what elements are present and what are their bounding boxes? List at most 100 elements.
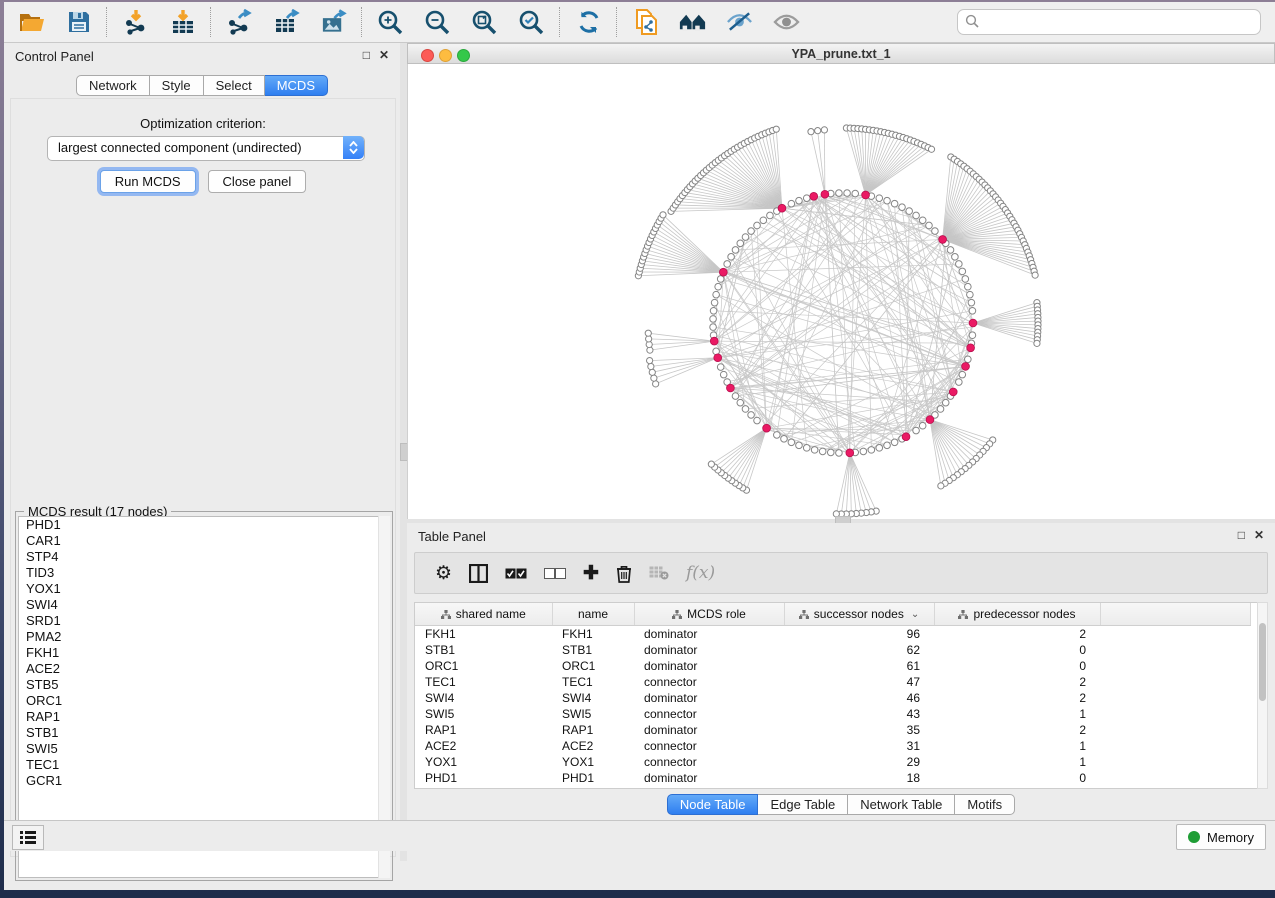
network-node[interactable]: [811, 447, 818, 454]
export-network-icon[interactable]: [226, 9, 253, 36]
mcds-hub-node[interactable]: [962, 362, 970, 370]
vertical-splitter[interactable]: [400, 43, 407, 861]
network-node[interactable]: [836, 190, 843, 197]
leaf-node[interactable]: [647, 357, 653, 363]
mcds-result-item[interactable]: CAR1: [19, 533, 389, 549]
cell-mcds-role[interactable]: dominator: [634, 690, 784, 706]
node-table[interactable]: shared name name MCDS role successor nod…: [415, 603, 1251, 786]
cell-mcds-role[interactable]: connector: [634, 706, 784, 722]
mcds-result-item[interactable]: SRD1: [19, 613, 389, 629]
mcds-result-item[interactable]: ORC1: [19, 693, 389, 709]
memory-button[interactable]: Memory: [1176, 824, 1266, 850]
mcds-result-item[interactable]: TEC1: [19, 757, 389, 773]
cell-name[interactable]: STB1: [552, 642, 634, 658]
cell-predecessor-nodes[interactable]: 0: [934, 770, 1100, 786]
cell-successor-nodes[interactable]: 47: [784, 674, 934, 690]
cell-successor-nodes[interactable]: 96: [784, 626, 934, 643]
cell-successor-nodes[interactable]: 18: [784, 770, 934, 786]
sort-descending-icon[interactable]: ⌄: [911, 609, 919, 620]
network-node[interactable]: [717, 364, 724, 371]
delete-column-icon[interactable]: [616, 564, 632, 583]
mcds-result-item[interactable]: GCR1: [19, 773, 389, 789]
network-node[interactable]: [774, 432, 781, 439]
close-table-panel-icon[interactable]: ✕: [1254, 528, 1264, 542]
network-node[interactable]: [844, 190, 851, 197]
cell-mcds-role[interactable]: dominator: [634, 722, 784, 738]
cell-successor-nodes[interactable]: 43: [784, 706, 934, 722]
open-file-icon[interactable]: [18, 9, 45, 36]
network-node[interactable]: [884, 197, 891, 204]
show-all-icon[interactable]: [773, 9, 800, 36]
zoom-fit-icon[interactable]: [471, 9, 498, 36]
network-node[interactable]: [906, 208, 913, 215]
network-node[interactable]: [891, 439, 898, 446]
network-node[interactable]: [959, 371, 966, 378]
cell-predecessor-nodes[interactable]: 0: [934, 642, 1100, 658]
import-network-icon[interactable]: [122, 9, 149, 36]
table-row[interactable]: ACE2ACE2connector311: [415, 738, 1250, 754]
first-neighbors-icon[interactable]: [679, 9, 706, 36]
network-node[interactable]: [788, 200, 795, 207]
network-node[interactable]: [913, 427, 920, 434]
network-node[interactable]: [956, 261, 963, 268]
float-panel-icon[interactable]: □: [363, 48, 370, 62]
leaf-node[interactable]: [648, 363, 654, 369]
network-node[interactable]: [788, 439, 795, 446]
mcds-result-item[interactable]: ACE2: [19, 661, 389, 677]
search-input[interactable]: [957, 9, 1261, 35]
network-node[interactable]: [876, 195, 883, 202]
network-node[interactable]: [796, 197, 803, 204]
tab-edge-table[interactable]: Edge Table: [758, 794, 848, 815]
mcds-hub-node[interactable]: [810, 192, 818, 200]
tab-network[interactable]: Network: [76, 75, 150, 96]
network-node[interactable]: [959, 268, 966, 275]
cell-predecessor-nodes[interactable]: 1: [934, 706, 1100, 722]
network-node[interactable]: [748, 228, 755, 235]
cell-mcds-role[interactable]: connector: [634, 754, 784, 770]
network-node[interactable]: [717, 276, 724, 283]
network-node[interactable]: [962, 276, 969, 283]
mcds-hub-node[interactable]: [778, 204, 786, 212]
leaf-node[interactable]: [645, 330, 651, 336]
network-node[interactable]: [742, 234, 749, 241]
import-table-icon[interactable]: [169, 9, 196, 36]
network-node[interactable]: [827, 449, 834, 456]
cell-name[interactable]: SWI4: [552, 690, 634, 706]
table-row[interactable]: YOX1YOX1connector291: [415, 754, 1250, 770]
tab-mcds[interactable]: MCDS: [265, 75, 328, 96]
leaf-node[interactable]: [821, 127, 827, 133]
cell-predecessor-nodes[interactable]: 2: [934, 626, 1100, 643]
cell-successor-nodes[interactable]: 31: [784, 738, 934, 754]
zoom-selected-icon[interactable]: [518, 9, 545, 36]
leaf-node[interactable]: [708, 461, 714, 467]
float-table-panel-icon[interactable]: □: [1238, 528, 1245, 542]
cell-name[interactable]: YOX1: [552, 754, 634, 770]
optimization-criterion-select[interactable]: largest connected component (undirected): [47, 136, 365, 161]
cell-predecessor-nodes[interactable]: 1: [934, 754, 1100, 770]
network-node[interactable]: [967, 291, 974, 298]
cell-predecessor-nodes[interactable]: 2: [934, 722, 1100, 738]
leaf-node[interactable]: [938, 483, 944, 489]
table-row[interactable]: STB1STB1dominator620: [415, 642, 1250, 658]
tab-motifs[interactable]: Motifs: [955, 794, 1015, 815]
mcds-result-item[interactable]: STB5: [19, 677, 389, 693]
mcds-hub-node[interactable]: [710, 337, 718, 345]
leaf-node[interactable]: [808, 129, 814, 135]
zoom-in-icon[interactable]: [377, 9, 404, 36]
mcds-result-item[interactable]: SWI5: [19, 741, 389, 757]
network-node[interactable]: [720, 371, 727, 378]
cell-successor-nodes[interactable]: 35: [784, 722, 934, 738]
network-node[interactable]: [932, 228, 939, 235]
network-node[interactable]: [742, 406, 749, 413]
mcds-hub-node[interactable]: [714, 354, 722, 362]
mcds-hub-node[interactable]: [727, 384, 735, 392]
mcds-hub-node[interactable]: [969, 319, 977, 327]
close-panel-icon[interactable]: ✕: [379, 48, 389, 62]
cell-name[interactable]: ACE2: [552, 738, 634, 754]
table-row[interactable]: SWI4SWI4dominator462: [415, 690, 1250, 706]
cell-mcds-role[interactable]: dominator: [634, 642, 784, 658]
cell-successor-nodes[interactable]: 61: [784, 658, 934, 674]
network-node[interactable]: [876, 445, 883, 452]
table-scrollbar-thumb[interactable]: [1259, 623, 1266, 701]
network-node[interactable]: [836, 450, 843, 457]
